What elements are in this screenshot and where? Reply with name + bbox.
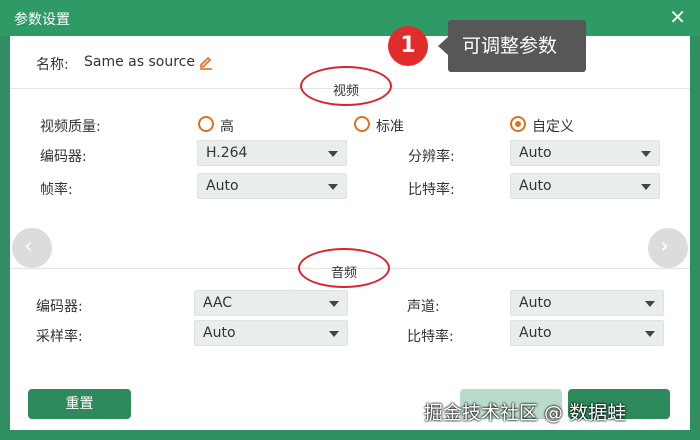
quality-option-label: 高 [220,119,234,135]
callout-tooltip: 可调整参数 [448,20,586,72]
quality-option-label: 自定义 [532,119,574,135]
audio-bitrate-value: Auto [519,325,552,341]
audio-encoder-label: 编码器: [36,299,83,315]
title-bar: 参数设置 ✕ [0,0,700,36]
chevron-down-icon [645,301,655,307]
video-bitrate-value: Auto [519,178,552,194]
resolution-value: Auto [519,145,552,161]
channel-label: 声道: [407,299,440,315]
callout-number-badge: 1 [388,26,428,66]
video-section-title: 视频 [332,84,359,99]
video-bitrate-select[interactable]: Auto [510,173,660,199]
framerate-select[interactable]: Auto [197,173,347,199]
quality-option-high[interactable]: 高 [198,116,258,135]
chevron-down-icon [329,301,339,307]
chevron-down-icon [328,184,338,190]
settings-dialog: 名称: Same as source 视频 视频质量: 高 标准 自定义 编码器… [10,36,690,430]
video-encoder-value: H.264 [206,145,248,161]
name-label: 名称: [36,57,69,73]
audio-bitrate-label: 比特率: [407,329,454,345]
reset-button[interactable]: 重置 [28,389,131,419]
samplerate-select[interactable]: Auto [194,320,348,346]
samplerate-label: 采样率: [36,329,83,345]
video-encoder-select[interactable]: H.264 [197,140,347,166]
name-value: Same as source [84,54,195,70]
audio-section-title: 音频 [330,266,357,281]
video-encoder-label: 编码器: [40,149,87,165]
tooltip-pointer [438,37,448,55]
video-bitrate-label: 比特率: [408,182,455,198]
samplerate-value: Auto [203,325,236,341]
pencil-icon[interactable] [198,54,214,70]
quality-option-custom[interactable]: 自定义 [510,116,600,135]
chevron-right-icon: › [660,234,669,259]
video-quality-label: 视频质量: [40,119,101,135]
chevron-down-icon [328,151,338,157]
chevron-left-icon: ‹ [24,234,33,259]
watermark-text: 掘金技术社区 @ 数据蛙 [424,402,627,424]
quality-option-standard[interactable]: 标准 [354,116,434,135]
channel-select[interactable]: Auto [510,290,664,316]
framerate-value: Auto [206,178,239,194]
chevron-down-icon [641,184,651,190]
resolution-label: 分辨率: [408,149,455,165]
radio-high[interactable] [198,116,214,132]
audio-encoder-select[interactable]: AAC [194,290,348,316]
radio-custom[interactable] [510,116,526,132]
audio-encoder-value: AAC [203,295,233,311]
chevron-down-icon [645,331,655,337]
resolution-select[interactable]: Auto [510,140,660,166]
next-arrow-button[interactable]: › [648,228,688,268]
chevron-down-icon [329,331,339,337]
window-title: 参数设置 [14,12,70,28]
framerate-label: 帧率: [40,182,73,198]
quality-option-label: 标准 [376,119,404,135]
radio-standard[interactable] [354,116,370,132]
chevron-down-icon [641,151,651,157]
channel-value: Auto [519,295,552,311]
close-icon[interactable]: ✕ [669,6,686,28]
previous-arrow-button[interactable]: ‹ [12,228,52,268]
audio-bitrate-select[interactable]: Auto [510,320,664,346]
